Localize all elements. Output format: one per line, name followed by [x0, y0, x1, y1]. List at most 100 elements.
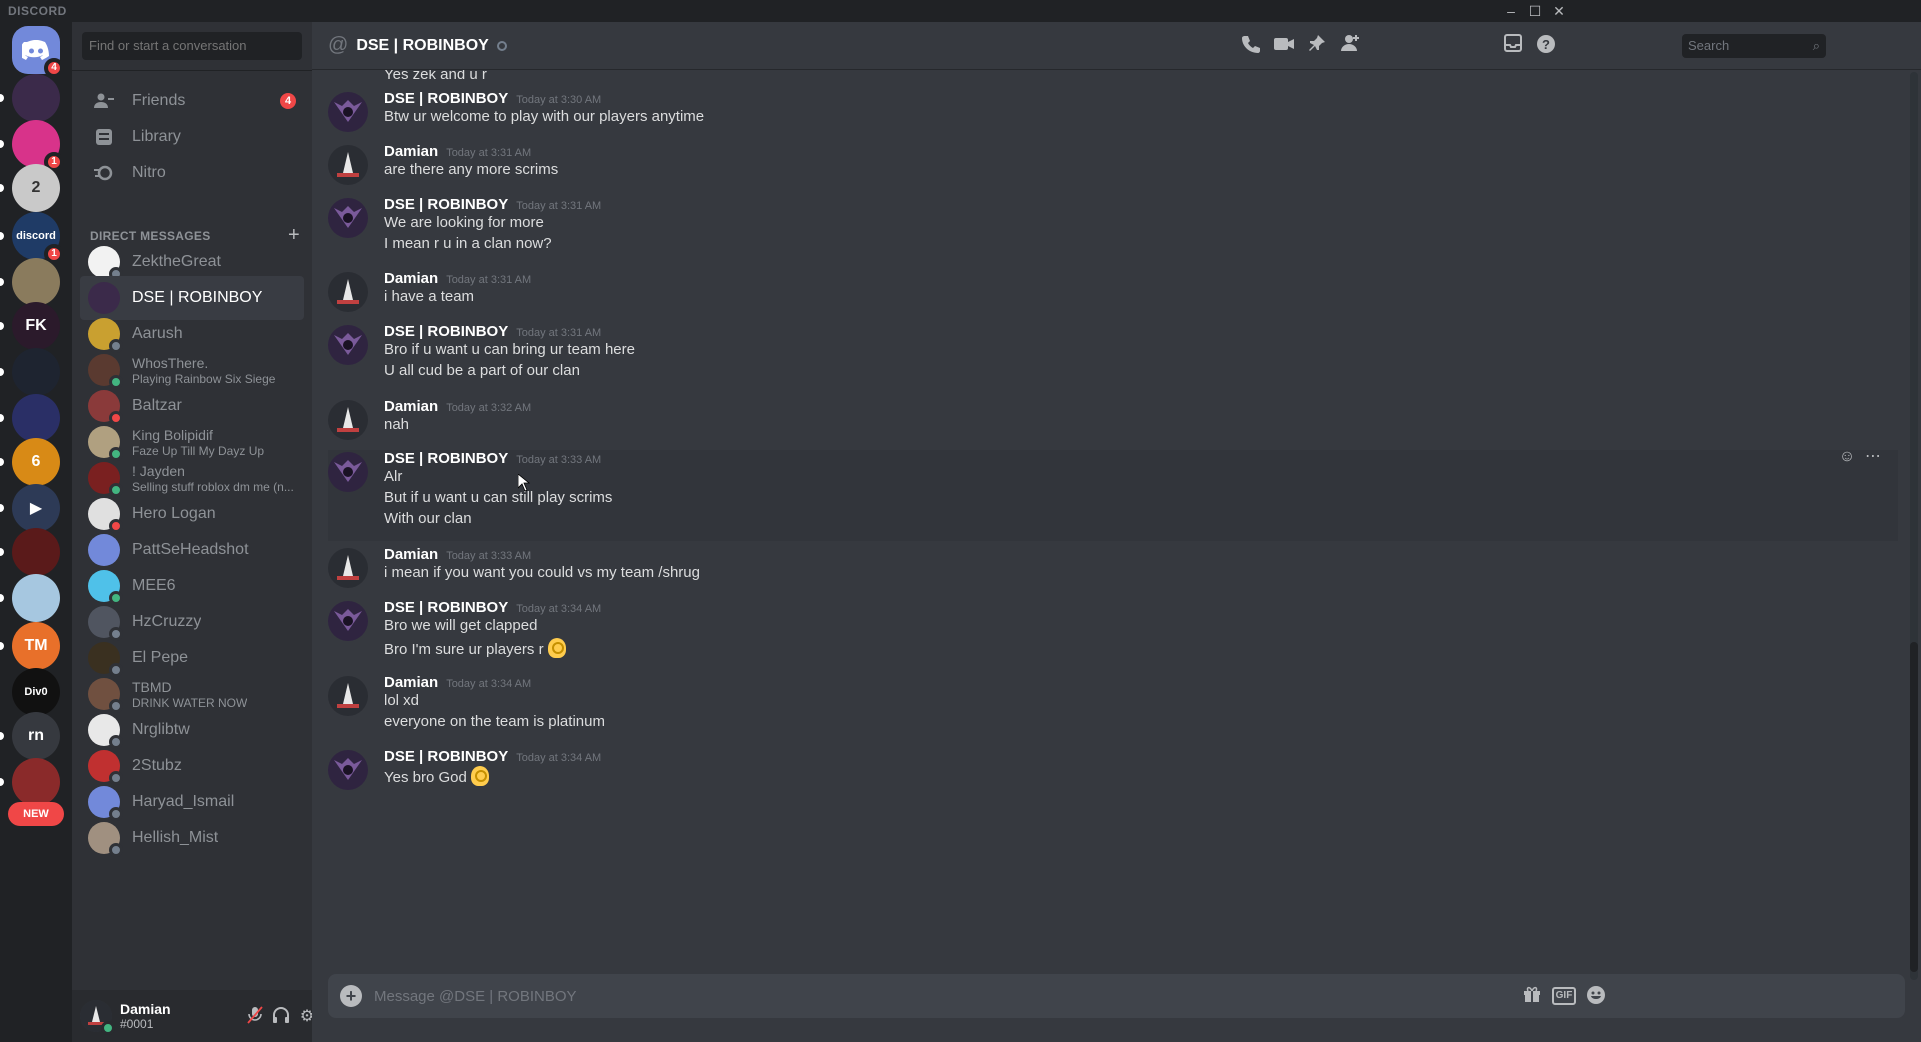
message-avatar[interactable] — [328, 145, 368, 185]
server-icon[interactable] — [0, 574, 60, 622]
message-timestamp: Today at 3:31 AM — [516, 200, 602, 212]
message-avatar[interactable] — [328, 325, 368, 365]
server-icon[interactable]: discord 1 — [0, 212, 64, 264]
unread-indicator — [0, 642, 4, 650]
message-group[interactable]: DSE | ROBINBOY Today at 3:34 AM Yes bro Go… — [328, 748, 1898, 797]
server-icon[interactable] — [0, 74, 60, 122]
dm-avatar — [88, 786, 123, 821]
message-group[interactable]: DSE | ROBINBOY Today at 3:30 AM Btw ur wel… — [328, 90, 1898, 139]
message-avatar[interactable] — [328, 198, 368, 238]
gif-picker-icon[interactable]: GIF — [1552, 987, 1576, 1005]
server-icon[interactable] — [0, 758, 60, 806]
message-author[interactable]: Damian — [384, 546, 438, 563]
message-text: lol xd — [384, 692, 420, 709]
message-group[interactable]: Damian Today at 3:33 AM i mean if you want… — [328, 546, 1898, 595]
server-icon[interactable]: Div0 — [12, 668, 60, 716]
server-icon[interactable]: 6 — [0, 438, 60, 486]
server-icon[interactable]: 1 — [0, 120, 64, 172]
unread-indicator — [0, 548, 4, 556]
server-icon[interactable] — [0, 528, 60, 576]
dm-name: ! Jayden — [132, 462, 185, 479]
dm-name: TBMD — [132, 678, 172, 695]
message-author[interactable]: DSE | ROBINBOY — [384, 748, 508, 765]
message-author[interactable]: Damian — [384, 143, 438, 160]
server-icon[interactable]: TM — [0, 622, 60, 670]
emoji-picker-icon[interactable] — [1584, 985, 1608, 1007]
server-icon[interactable] — [0, 348, 60, 396]
message-author[interactable]: Damian — [384, 398, 438, 415]
message-header: Damian Today at 3:31 AM — [384, 270, 531, 287]
message-group[interactable]: Damian Today at 3:32 AM nah — [328, 398, 1898, 447]
message-group[interactable]: DSE | ROBINBOY Today at 3:31 AM We are loo… — [328, 196, 1898, 266]
find-conversation-input[interactable] — [82, 32, 302, 60]
message-avatar[interactable] — [328, 400, 368, 440]
message-author[interactable]: DSE | ROBINBOY — [384, 323, 508, 340]
message-header: Damian Today at 3:34 AM — [384, 674, 531, 691]
dm-text: Hellish_Mist — [132, 829, 218, 847]
message-timestamp: Today at 3:32 AM — [446, 402, 532, 414]
voice-call-icon[interactable] — [1239, 34, 1263, 58]
upload-plus-icon[interactable]: + — [340, 985, 362, 1007]
inbox-icon[interactable] — [1501, 34, 1525, 58]
message-group[interactable]: Damian Today at 3:31 AM i have a team — [328, 270, 1898, 319]
message-avatar[interactable] — [328, 92, 368, 132]
user-avatar[interactable] — [80, 1000, 115, 1035]
message-avatar[interactable] — [328, 676, 368, 716]
message-line: Yes bro God — [384, 766, 489, 786]
message-author[interactable]: DSE | ROBINBOY — [384, 450, 508, 467]
message-group[interactable]: Damian Today at 3:34 AM lol xd everyone on … — [328, 674, 1898, 744]
pinned-messages-icon[interactable] — [1305, 34, 1329, 58]
chat-search-placeholder: Search — [1688, 38, 1730, 53]
message-input[interactable] — [374, 974, 1754, 1018]
server-icon[interactable] — [0, 394, 60, 442]
mute-microphone-icon[interactable] — [244, 1006, 266, 1028]
message-avatar[interactable] — [328, 548, 368, 588]
message-text: i mean if you want you could vs my team … — [384, 564, 700, 581]
chat-search-input[interactable]: Search ⌕ — [1682, 34, 1826, 58]
server-label: TM — [24, 637, 48, 654]
message-avatar[interactable] — [328, 750, 368, 790]
dm-text: ZektheGreat — [132, 253, 221, 271]
server-icon[interactable] — [0, 258, 60, 306]
message-author[interactable]: Damian — [384, 674, 438, 691]
dm-item[interactable]: Hellish_Mist — [80, 816, 304, 860]
scrollbar-thumb[interactable] — [1910, 642, 1918, 972]
message-timestamp: Today at 3:34 AM — [516, 603, 602, 615]
server-icon[interactable]: 2 — [0, 164, 60, 212]
server-icon[interactable]: ▶ — [0, 484, 60, 532]
server-label — [12, 348, 60, 396]
dm-text: Baltzar — [132, 397, 182, 415]
headphones-icon[interactable] — [270, 1006, 292, 1028]
add-reaction-icon[interactable]: ☺ — [1834, 444, 1860, 470]
message-author[interactable]: DSE | ROBINBOY — [384, 90, 508, 107]
message-group[interactable]: DSE | ROBINBOY Today at 3:34 AM Bro we wil… — [328, 599, 1898, 669]
message-author[interactable]: DSE | ROBINBOY — [384, 599, 508, 616]
video-call-icon[interactable] — [1272, 34, 1296, 58]
message-text: everyone on the team is platinum — [384, 713, 605, 730]
message-author[interactable]: Damian — [384, 270, 438, 287]
message-group[interactable]: DSE | ROBINBOY Today at 3:31 AM Bro if u w… — [328, 323, 1898, 393]
message-header: DSE | ROBINBOY Today at 3:31 AM — [384, 196, 601, 213]
add-friend-to-dm-icon[interactable] — [1338, 34, 1362, 58]
nav-nitro-label: Nitro — [132, 164, 166, 181]
unread-indicator — [0, 368, 4, 376]
gift-icon[interactable] — [1520, 985, 1544, 1007]
message-author[interactable]: DSE | ROBINBOY — [384, 196, 508, 213]
search-icon: ⌕ — [1812, 38, 1820, 53]
nav-nitro[interactable]: Nitro — [80, 152, 304, 194]
message-group[interactable]: DSE | ROBINBOY Today at 3:33 AM Alr But if … — [328, 448, 1898, 541]
message-avatar[interactable] — [328, 601, 368, 641]
help-icon[interactable]: ? — [1534, 34, 1558, 58]
close-button[interactable]: ✕ — [1545, 0, 1573, 22]
message-avatar[interactable] — [328, 272, 368, 312]
server-icon[interactable]: rn — [0, 712, 60, 760]
message-text: U all cud be a part of our clan — [384, 362, 580, 379]
server-icon[interactable]: FK — [0, 302, 60, 350]
more-options-icon[interactable]: ⋯ — [1860, 444, 1886, 470]
message-avatar[interactable] — [328, 452, 368, 492]
new-badge[interactable]: NEW — [8, 802, 64, 826]
home-button[interactable]: 4 — [12, 26, 64, 78]
at-sign-icon: @ — [328, 34, 349, 56]
message-group[interactable]: Damian Today at 3:31 AM are there any more… — [328, 143, 1898, 192]
message-timestamp: Today at 3:30 AM — [516, 94, 602, 106]
